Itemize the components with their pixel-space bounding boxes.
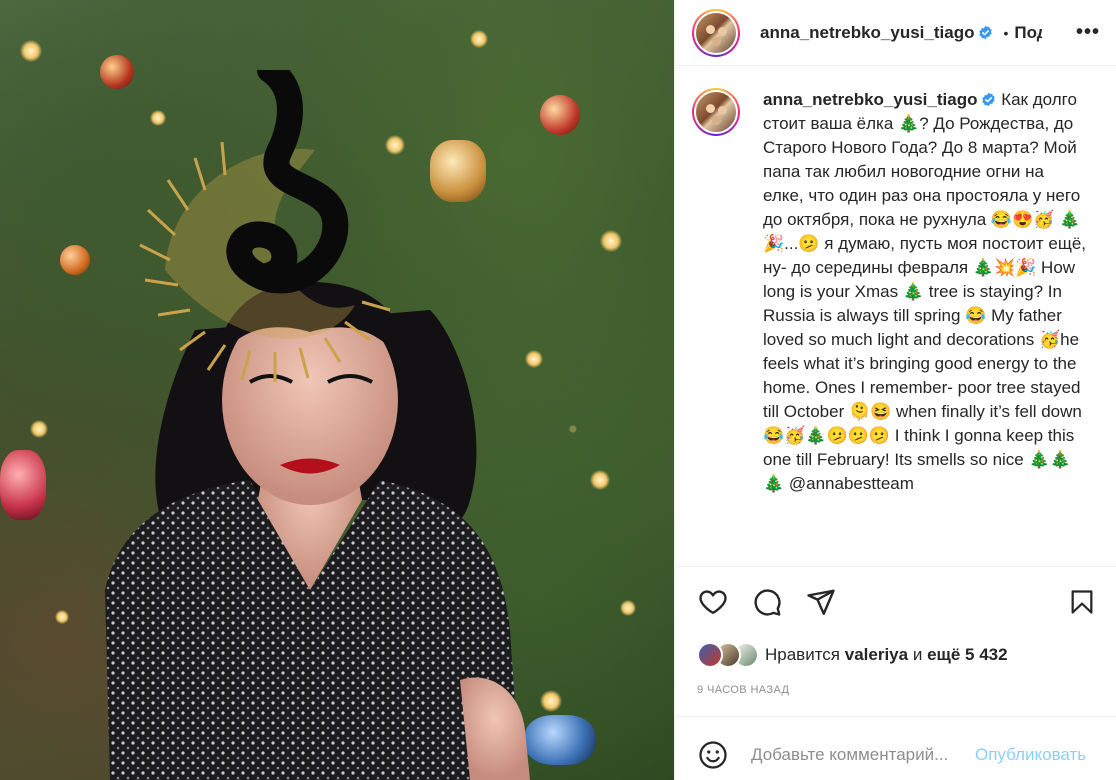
- follow-button[interactable]: Подписаться: [1014, 23, 1042, 43]
- post-timestamp[interactable]: 9 часов назад: [697, 684, 789, 696]
- username-text[interactable]: anna_netrebko_yusi_tiago: [760, 23, 974, 42]
- share-button[interactable]: [803, 584, 839, 620]
- bokeh-light: [55, 610, 69, 624]
- bokeh-light: [540, 690, 562, 712]
- likes-conjunction: и: [912, 645, 923, 664]
- bokeh-light: [20, 40, 42, 62]
- action-bar: [695, 584, 1100, 620]
- ornament: [540, 95, 580, 135]
- caption-text: anna_netrebko_yusi_tiago Как долго стоит…: [763, 88, 1089, 564]
- comment-icon: [754, 589, 781, 616]
- ornament: [60, 245, 90, 275]
- post-photo[interactable]: [0, 0, 674, 780]
- likes-text: Нравится valeriya и ещё 5 432: [765, 645, 1008, 665]
- caption-body: Как долго стоит ваша ёлка 🎄? До Рождеств…: [763, 90, 1091, 493]
- author-username[interactable]: anna_netrebko_yusi_tiago: [760, 23, 993, 43]
- liker-avatar[interactable]: [697, 642, 723, 668]
- bokeh-light: [600, 230, 622, 252]
- ornament: [525, 715, 595, 765]
- comment-input[interactable]: [751, 745, 969, 765]
- post-side-panel: anna_netrebko_yusi_tiago • Подписаться •…: [674, 0, 1116, 780]
- emoji-button[interactable]: [697, 739, 729, 771]
- ornament: [0, 450, 46, 520]
- likes-prefix: Нравится: [765, 645, 841, 664]
- save-button[interactable]: [1064, 584, 1100, 620]
- comment-button[interactable]: [749, 584, 785, 620]
- verified-icon: [982, 92, 996, 107]
- separator-dot: •: [1003, 24, 1009, 41]
- divider: [675, 716, 1116, 717]
- bookmark-icon: [1071, 590, 1093, 614]
- caption-section: anna_netrebko_yusi_tiago Как долго стоит…: [675, 88, 1116, 564]
- comment-bar: Опубликовать: [697, 734, 1100, 776]
- share-icon: [807, 589, 835, 615]
- caption-avatar[interactable]: [692, 88, 740, 136]
- emoji-icon: [699, 741, 727, 769]
- post-header: anna_netrebko_yusi_tiago • Подписаться •…: [675, 0, 1116, 66]
- publish-button[interactable]: Опубликовать: [975, 745, 1086, 765]
- bokeh-light: [30, 420, 48, 438]
- bokeh-light: [620, 600, 636, 616]
- divider: [675, 566, 1116, 567]
- likes-count[interactable]: ещё 5 432: [927, 645, 1008, 664]
- verified-icon: [979, 25, 993, 39]
- caption-username[interactable]: anna_netrebko_yusi_tiago: [763, 90, 977, 109]
- like-button[interactable]: [695, 584, 731, 620]
- bokeh-light: [470, 30, 488, 48]
- liker-username[interactable]: valeriya: [845, 645, 908, 664]
- bokeh-light: [590, 470, 610, 490]
- woman-figure: [105, 70, 530, 780]
- more-icon[interactable]: •••: [1076, 21, 1100, 45]
- likes-summary[interactable]: Нравится valeriya и ещё 5 432: [697, 642, 1008, 668]
- author-avatar[interactable]: [692, 8, 740, 57]
- heart-icon: [699, 590, 727, 615]
